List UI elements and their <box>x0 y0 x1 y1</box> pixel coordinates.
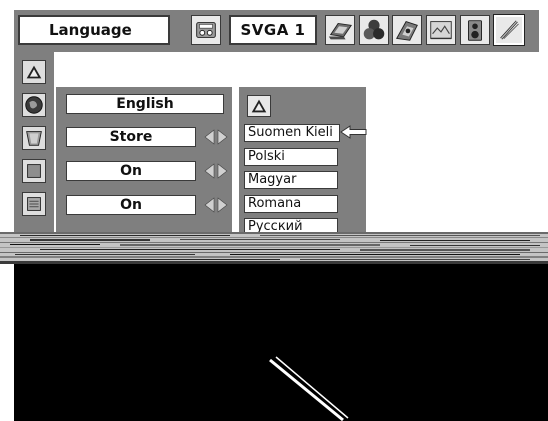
language-globe-icon[interactable] <box>22 93 46 117</box>
display-icon[interactable] <box>22 192 46 216</box>
store-field[interactable]: Store <box>66 127 196 147</box>
signal-noise-band <box>0 232 548 264</box>
scroll-up-icon[interactable] <box>247 95 271 117</box>
language-option[interactable]: Romana <box>244 195 338 213</box>
adjust-arrows-icon[interactable] <box>204 129 228 145</box>
menu-position-icon[interactable] <box>22 126 46 150</box>
option-2-field[interactable]: On <box>66 195 196 215</box>
language-option[interactable]: Suomen Kieli <box>244 124 340 142</box>
sound-icon[interactable] <box>460 15 490 45</box>
current-language-field[interactable]: English <box>66 94 224 114</box>
adjust-arrows-icon[interactable] <box>204 197 228 213</box>
menu-title: Language <box>18 15 170 45</box>
input-source-icon[interactable] <box>191 15 221 45</box>
setting-icon[interactable] <box>493 14 525 46</box>
image-adjust-icon[interactable] <box>392 15 422 45</box>
projector-osd-screen: Language SVGA 1 English Store On On Suom… <box>0 0 548 421</box>
pc-adjust-icon[interactable] <box>325 15 355 45</box>
language-option[interactable]: Magyar <box>244 171 338 189</box>
screen-icon[interactable] <box>426 15 456 45</box>
color-adjust-icon[interactable] <box>359 15 389 45</box>
blank-signal-area <box>14 264 548 421</box>
selection-pointer-icon <box>340 125 367 139</box>
option-1-field[interactable]: On <box>66 161 196 181</box>
adjust-arrows-icon[interactable] <box>204 163 228 179</box>
language-option[interactable]: Polski <box>244 148 338 166</box>
background-icon[interactable] <box>22 159 46 183</box>
input-source-label: SVGA 1 <box>229 15 317 45</box>
scroll-up-icon[interactable] <box>22 60 46 84</box>
